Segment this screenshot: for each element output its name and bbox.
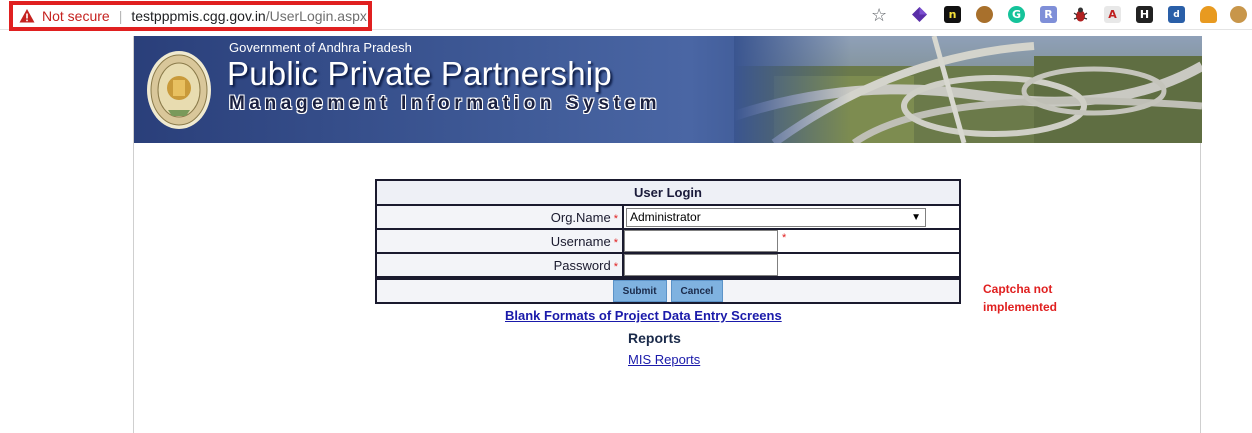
reports-heading: Reports [628,330,681,346]
url-separator: | [118,8,123,24]
org-label-cell: Org.Name * [377,206,624,228]
password-row: Password * [377,254,959,278]
password-label: Password [553,258,611,273]
username-value-cell: * [624,230,959,252]
password-label-cell: Password * [377,254,624,276]
org-label: Org.Name [550,210,611,225]
n-extension-icon[interactable]: n [944,6,961,23]
star-icon[interactable]: ☆ [871,5,887,25]
org-select[interactable]: Administrator ▼ [626,208,926,227]
password-value-cell [624,254,959,276]
org-selected-value: Administrator [630,210,701,224]
emblem-logo [147,51,211,129]
username-label-cell: Username * [377,230,624,252]
required-mark: * [613,237,618,249]
dropdown-arrow-icon: ▼ [911,212,921,223]
blank-formats-link[interactable]: Blank Formats of Project Data Entry Scre… [505,308,782,323]
username-input[interactable] [624,230,778,252]
username-row: Username * * [377,230,959,254]
required-mark: * [782,232,787,244]
browser-toolbar: Not secure | testpppmis.cgg.gov.in/UserL… [0,0,1252,31]
url-host: testpppmis.cgg.gov.in [131,8,266,24]
highway-interchange-image [734,36,1202,143]
site-banner: Government of Andhra Pradesh Public Priv… [134,36,1202,143]
security-status[interactable]: Not secure [42,8,110,24]
db-extension-icon[interactable]: d [1168,6,1185,23]
captcha-note: Captcha not implemented [983,282,1058,314]
submit-button[interactable]: Submit [612,280,667,302]
password-input[interactable] [624,254,778,276]
site-title: Public Private Partnership [227,55,612,92]
page-container: Government of Andhra Pradesh Public Priv… [133,36,1202,433]
login-title: User Login [377,181,959,206]
cancel-button[interactable]: Cancel [670,280,724,302]
org-row: Org.Name * Administrator ▼ [377,206,959,230]
site-subtitle: Management Information System [229,93,662,114]
pdf-icon[interactable]: A [1104,6,1121,23]
org-value-cell: Administrator ▼ [624,206,959,228]
r-extension-icon[interactable]: R [1040,6,1057,23]
address-bar[interactable]: Not secure | testpppmis.cgg.gov.in/UserL… [9,1,372,31]
login-form: User Login Org.Name * Administrator ▼ Use… [375,179,961,304]
required-mark: * [613,261,618,273]
cookie-icon[interactable] [976,6,993,23]
bug-icon[interactable] [1072,6,1089,23]
purple-diamond-icon[interactable] [911,6,928,23]
required-mark: * [613,213,618,225]
mis-reports-link[interactable]: MIS Reports [628,352,700,367]
basket-icon[interactable] [1200,6,1217,23]
username-label: Username [550,234,611,249]
warning-icon [19,9,35,23]
url-path: /UserLogin.aspx [265,8,367,24]
government-name: Government of Andhra Pradesh [229,40,412,55]
cookie-icon[interactable] [1230,6,1247,23]
button-row: Submit Cancel [377,278,959,302]
h-extension-icon[interactable]: H [1136,6,1153,23]
grammarly-icon[interactable]: G [1008,6,1025,23]
